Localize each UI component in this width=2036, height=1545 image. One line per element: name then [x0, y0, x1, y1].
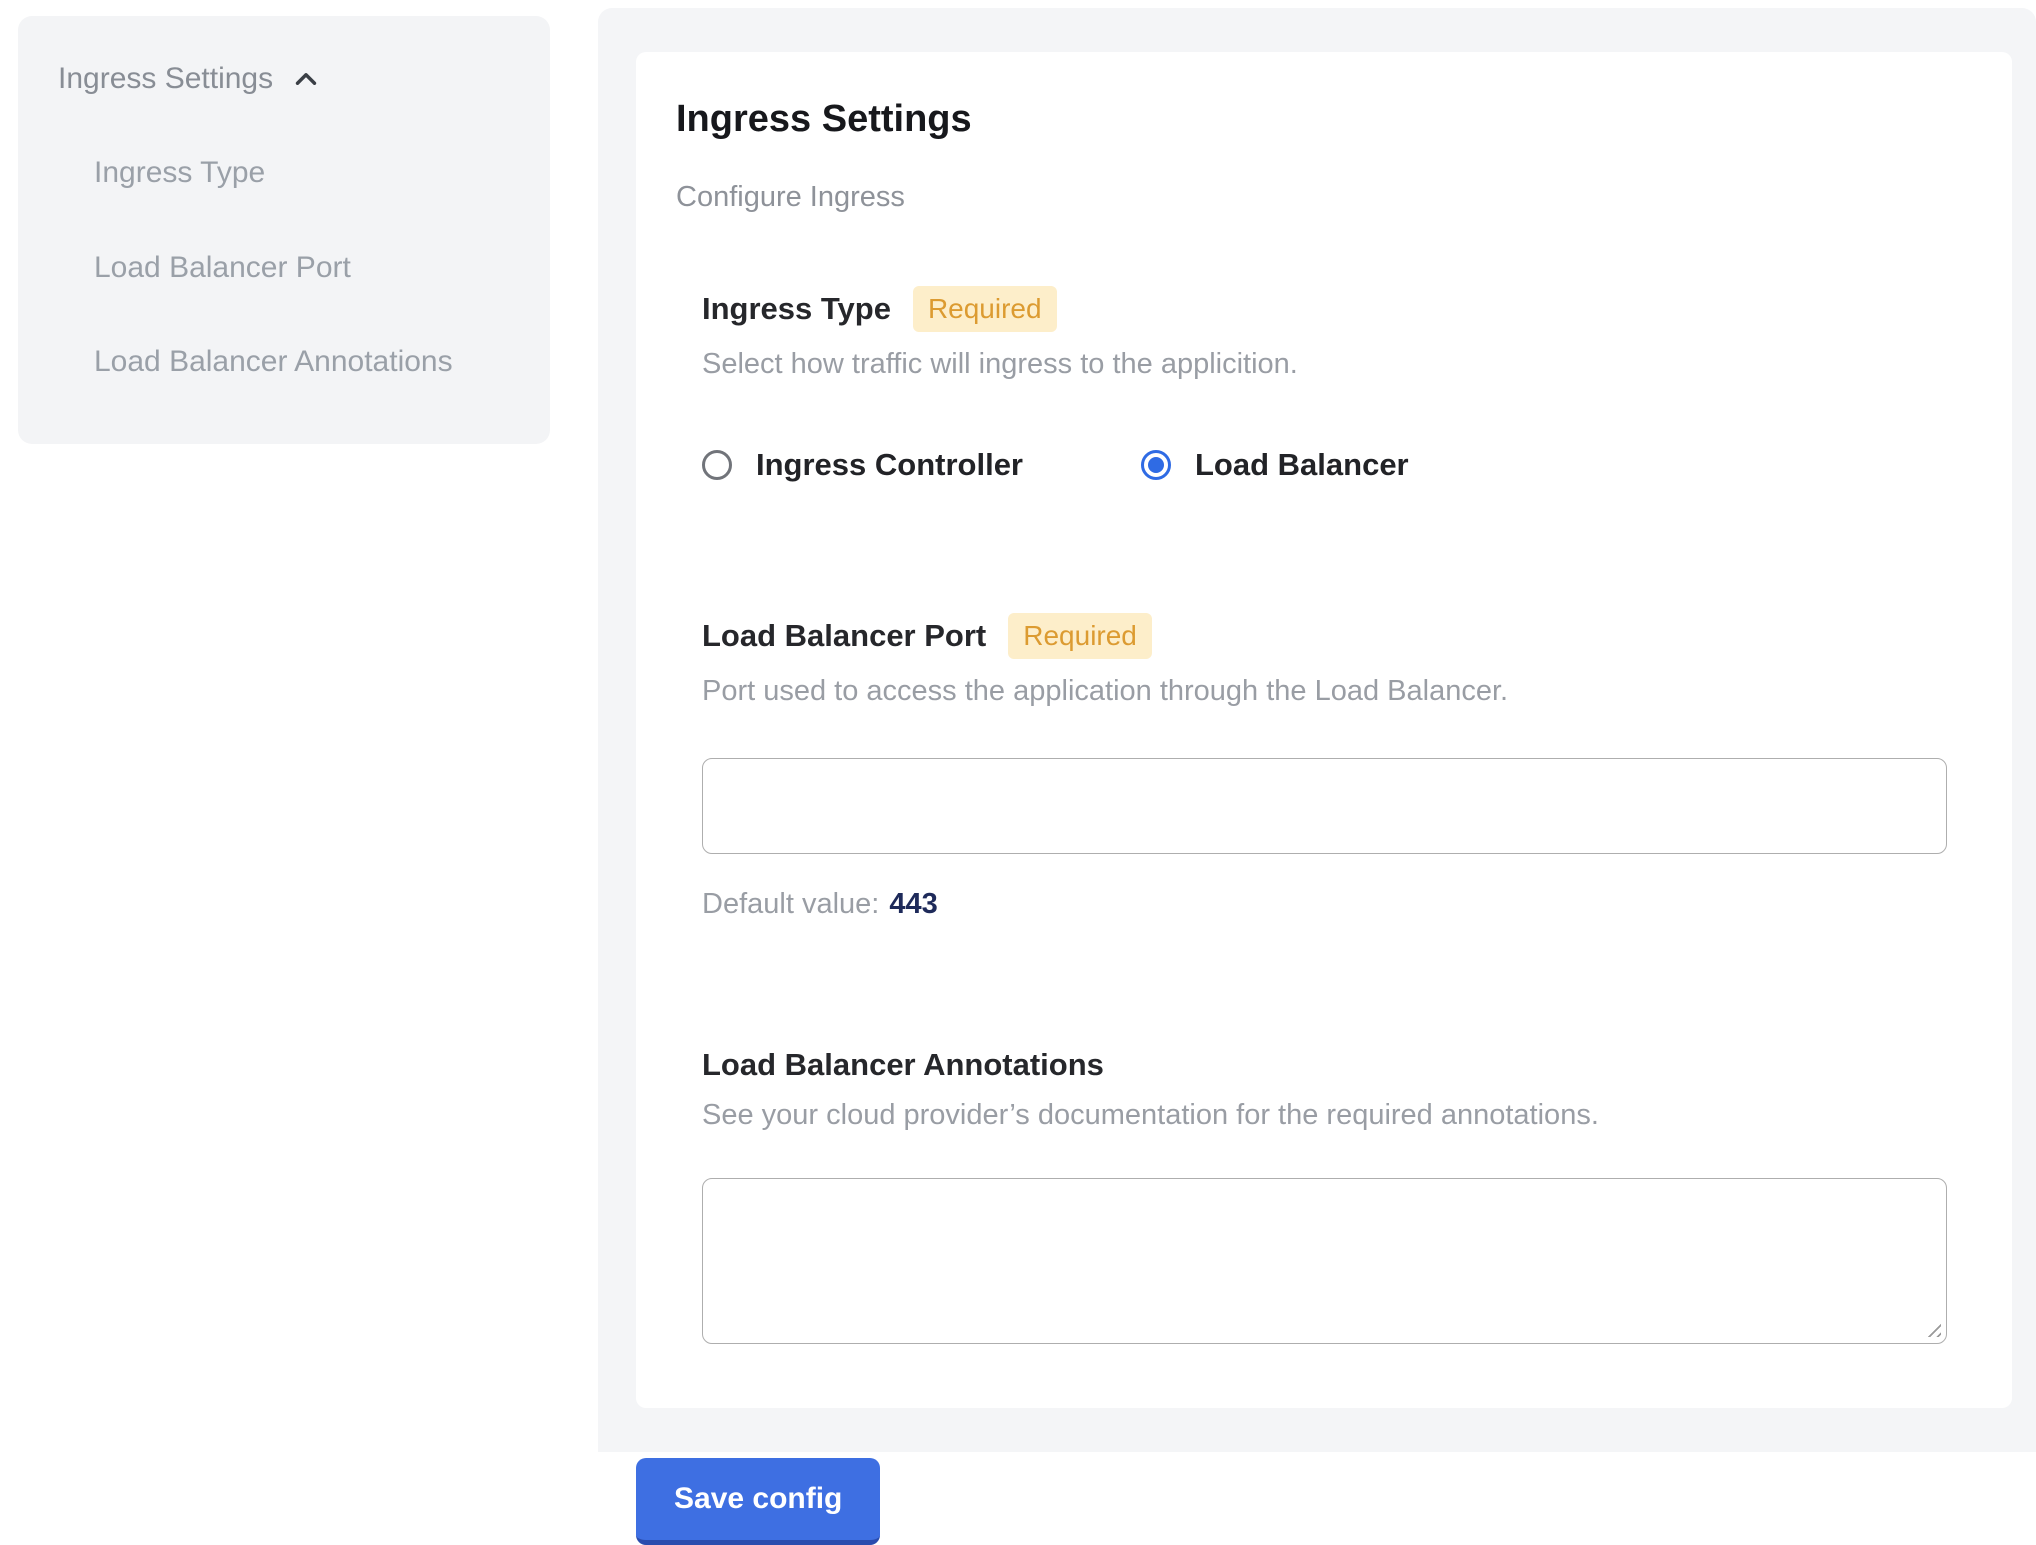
section-ingress-type: Ingress Type Required Select how traffic… — [702, 286, 1966, 483]
required-badge: Required — [1008, 613, 1152, 659]
chevron-up-icon — [289, 62, 323, 96]
lb-annotations-description: See your cloud provider’s documentation … — [702, 1099, 1966, 1132]
sidebar-item-load-balancer-annotations[interactable]: Load Balancer Annotations — [94, 339, 494, 386]
radio-label: Ingress Controller — [756, 447, 1023, 483]
default-value-line: Default value: 443 — [702, 888, 1966, 921]
sidebar-item-ingress-type[interactable]: Ingress Type — [94, 150, 494, 197]
ingress-type-description: Select how traffic will ingress to the a… — [702, 348, 1966, 381]
page-subtitle: Configure Ingress — [676, 181, 1966, 214]
lb-annotations-textarea-wrap — [702, 1178, 1947, 1344]
ingress-type-label: Ingress Type — [702, 291, 891, 327]
save-config-button[interactable]: Save config — [636, 1458, 880, 1545]
sidebar-section-label: Ingress Settings — [58, 62, 273, 96]
sidebar-item-load-balancer-port[interactable]: Load Balancer Port — [94, 245, 494, 292]
default-value: 443 — [889, 888, 937, 920]
radio-circle-icon — [702, 450, 732, 480]
load-balancer-port-input[interactable] — [702, 758, 1947, 854]
lb-annotations-label: Load Balancer Annotations — [702, 1047, 1104, 1083]
page-title: Ingress Settings — [676, 98, 1966, 141]
load-balancer-annotations-textarea[interactable] — [702, 1178, 1947, 1344]
required-badge: Required — [913, 286, 1057, 332]
main-panel: Ingress Settings Configure Ingress Ingre… — [598, 8, 2036, 1452]
section-load-balancer-annotations: Load Balancer Annotations See your cloud… — [702, 1047, 1966, 1344]
section-load-balancer-port: Load Balancer Port Required Port used to… — [702, 613, 1966, 921]
settings-sidebar: Ingress Settings Ingress Type Load Balan… — [18, 16, 550, 444]
radio-ingress-controller[interactable]: Ingress Controller — [702, 447, 1023, 483]
lb-port-label: Load Balancer Port — [702, 618, 986, 654]
default-value-label: Default value: — [702, 888, 879, 920]
lb-port-description: Port used to access the application thro… — [702, 675, 1966, 708]
radio-circle-icon — [1141, 450, 1171, 480]
sidebar-nav: Ingress Type Load Balancer Port Load Bal… — [58, 150, 510, 386]
sidebar-section-ingress-settings[interactable]: Ingress Settings — [58, 62, 510, 96]
ingress-type-radio-group: Ingress Controller Load Balancer — [702, 447, 1966, 483]
ingress-settings-card: Ingress Settings Configure Ingress Ingre… — [636, 52, 2012, 1408]
radio-load-balancer[interactable]: Load Balancer — [1141, 447, 1409, 483]
radio-label: Load Balancer — [1195, 447, 1409, 483]
